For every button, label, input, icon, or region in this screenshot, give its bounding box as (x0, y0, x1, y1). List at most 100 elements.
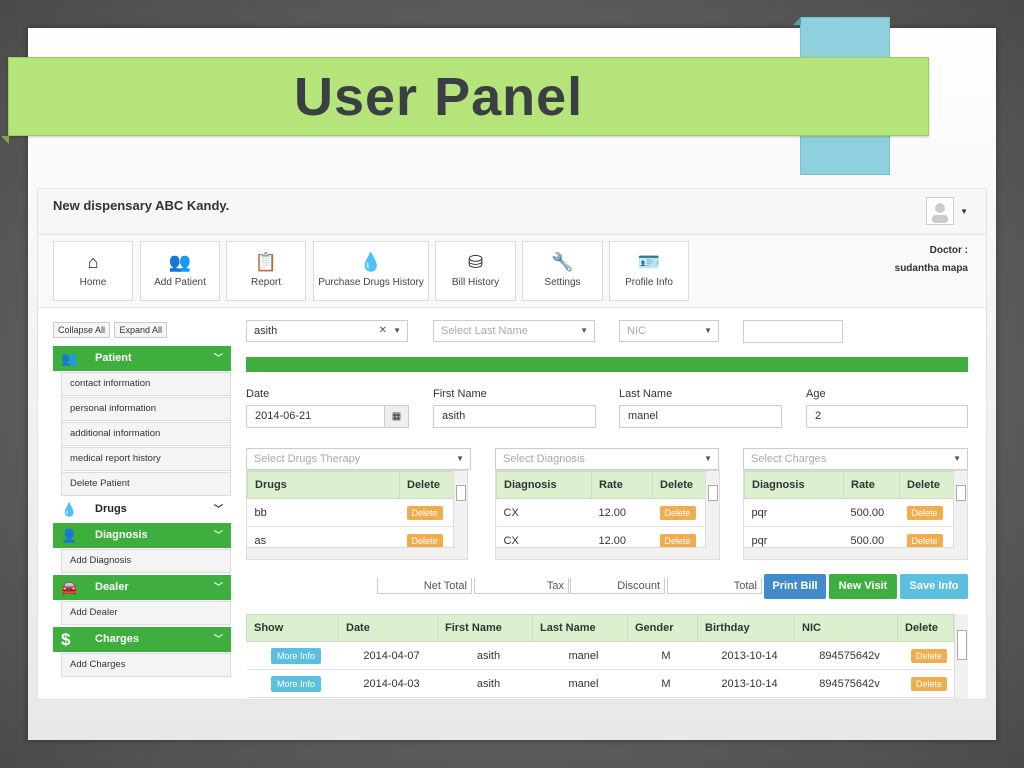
table-cell: 894575642v (794, 669, 898, 698)
vertical-scrollbar[interactable] (953, 471, 967, 559)
first-name-field[interactable]: asith (433, 405, 596, 428)
sidebar-item-contact-information[interactable]: contact information (61, 372, 231, 396)
chevron-down-icon: ﹀ (213, 353, 223, 363)
sidebar-item-delete-patient[interactable]: Delete Patient (61, 472, 231, 496)
search-extra-input[interactable] (743, 320, 843, 343)
date-field[interactable]: 2014-06-21 ▦ (246, 405, 409, 428)
table-cell: asith (437, 669, 533, 698)
clipboard-icon: 📋 (254, 252, 278, 272)
collapse-all-button[interactable]: Collapse All (53, 322, 111, 338)
profile-info-button[interactable]: 🪪 Profile Info (609, 241, 689, 301)
vertical-scrollbar[interactable] (954, 614, 968, 699)
sidebar-patient-label: Patient (95, 352, 132, 364)
table-cell: asith (437, 641, 533, 670)
column-header: NIC (794, 614, 898, 642)
table-cell: bb (247, 498, 400, 527)
sidebar-diagnosis-label: Diagnosis (95, 529, 148, 541)
sidebar-item-add-charges[interactable]: Add Charges (61, 653, 231, 677)
total-field[interactable]: Total (667, 578, 762, 594)
first-name-select[interactable]: asith ✕ ▼ (246, 320, 408, 342)
add-patient-button[interactable]: 👥 Add Patient (140, 241, 220, 301)
delete-button[interactable]: Delete (659, 533, 696, 548)
discount-field[interactable]: Discount (570, 578, 665, 594)
coins-icon: ⛁ (467, 252, 484, 272)
settings-button[interactable]: 🔧 Settings (522, 241, 603, 301)
car-icon: 🚘 (61, 580, 78, 595)
sidebar-section-dealer[interactable]: 🚘 Dealer ﹀ (53, 575, 231, 600)
chevron-down-icon: ﹀ (213, 530, 223, 540)
new-visit-button[interactable]: New Visit (829, 574, 897, 599)
totals-bar: Net Total Tax Discount Total Print Bill … (246, 574, 968, 600)
sidebar-item-add-dealer[interactable]: Add Dealer (61, 601, 231, 625)
table-row: More Info 2014-04-07 asith manel M 2013-… (246, 641, 954, 670)
column-header: Birthday (697, 614, 795, 642)
net-total-field[interactable]: Net Total (377, 578, 472, 594)
delete-button[interactable]: Delete (910, 676, 947, 691)
bill-history-button[interactable]: ⛁ Bill History (435, 241, 516, 301)
chevron-down-icon: ﹀ (213, 634, 223, 644)
user-avatar[interactable] (926, 197, 954, 225)
expand-all-button[interactable]: Expand All (114, 322, 168, 338)
last-name-field[interactable]: manel (619, 405, 782, 428)
doctor-info: Doctor : sudantha mapa (895, 242, 968, 278)
dollar-icon: $ (61, 630, 71, 649)
age-field[interactable]: 2 (806, 405, 968, 428)
table-cell: 2014-04-07 (338, 641, 438, 670)
doctor-name: sudantha mapa (894, 263, 968, 274)
user-icon (932, 203, 948, 223)
more-info-button[interactable]: More Info (270, 675, 322, 692)
horizontal-scrollbar[interactable] (744, 547, 955, 559)
table-cell: 2013-10-14 (697, 641, 795, 670)
sidebar-item-additional-information[interactable]: additional information (61, 422, 231, 446)
brand-name: New dispensary ABC Kandy. (53, 198, 230, 213)
delete-button[interactable]: Delete (406, 533, 443, 548)
last-name-select[interactable]: Select Last Name ▼ (433, 320, 595, 342)
nic-select[interactable]: NIC ▼ (619, 320, 719, 342)
delete-button[interactable]: Delete (910, 648, 947, 663)
caret-down-icon[interactable]: ▼ (960, 207, 968, 216)
first-name-label: First Name (433, 388, 487, 400)
sidebar-item-personal-information[interactable]: personal information (61, 397, 231, 421)
report-button[interactable]: 📋 Report (226, 241, 306, 301)
save-info-button[interactable]: Save Info (900, 574, 968, 599)
table-row: More Info 2014-04-03 asith manel M 2013-… (246, 669, 954, 698)
horizontal-scrollbar[interactable] (247, 547, 455, 559)
vertical-scrollbar[interactable] (705, 471, 719, 559)
print-bill-button[interactable]: Print Bill (764, 574, 826, 599)
drugs-therapy-select[interactable]: Select Drugs Therapy ▼ (246, 448, 471, 470)
vertical-scrollbar[interactable] (453, 471, 467, 559)
users-icon: 👥 (61, 351, 78, 366)
caret-down-icon: ▼ (580, 326, 588, 335)
diagnosis-select[interactable]: Select Diagnosis ▼ (495, 448, 719, 470)
home-button[interactable]: ⌂ Home (53, 241, 133, 301)
column-header: Drugs (247, 471, 400, 499)
sidebar-item-medical-report-history[interactable]: medical report history (61, 447, 231, 471)
delete-button[interactable]: Delete (406, 505, 443, 520)
sidebar-section-diagnosis[interactable]: 👤 Diagnosis ﹀ (53, 523, 231, 548)
sidebar-item-add-diagnosis[interactable]: Add Diagnosis (61, 549, 231, 573)
caret-down-icon: ▼ (704, 454, 712, 463)
delete-button[interactable]: Delete (906, 533, 943, 548)
slide-title: User Panel (294, 67, 584, 127)
horizontal-scrollbar[interactable] (496, 547, 707, 559)
bill-history-label: Bill History (451, 277, 500, 288)
charges-select[interactable]: Select Charges ▼ (743, 448, 968, 470)
last-name-select-placeholder: Select Last Name (441, 325, 528, 337)
chevron-down-icon: ﹀ (213, 582, 223, 592)
clear-icon[interactable]: ✕ (379, 321, 387, 341)
more-info-button[interactable]: More Info (270, 647, 322, 664)
table-row: CX 12.00 Delete (496, 498, 707, 527)
caret-down-icon: ▼ (393, 326, 401, 335)
calendar-icon[interactable]: ▦ (384, 406, 408, 427)
delete-button[interactable]: Delete (659, 505, 696, 520)
tax-field[interactable]: Tax (474, 578, 569, 594)
delete-button[interactable]: Delete (906, 505, 943, 520)
purchase-drugs-history-button[interactable]: 💧 Purchase Drugs History (313, 241, 429, 301)
add-user-icon: 👤 (61, 528, 78, 543)
sidebar-section-drugs[interactable]: 💧 Drugs ﹀ (53, 497, 231, 522)
sidebar-section-charges[interactable]: $ Charges ﹀ (53, 627, 231, 652)
sidebar-section-patient[interactable]: 👥 Patient ﹀ (53, 346, 231, 371)
first-name-select-value: asith (254, 325, 278, 337)
column-header: Delete (652, 471, 707, 499)
sidebar-charges-label: Charges (95, 633, 140, 645)
